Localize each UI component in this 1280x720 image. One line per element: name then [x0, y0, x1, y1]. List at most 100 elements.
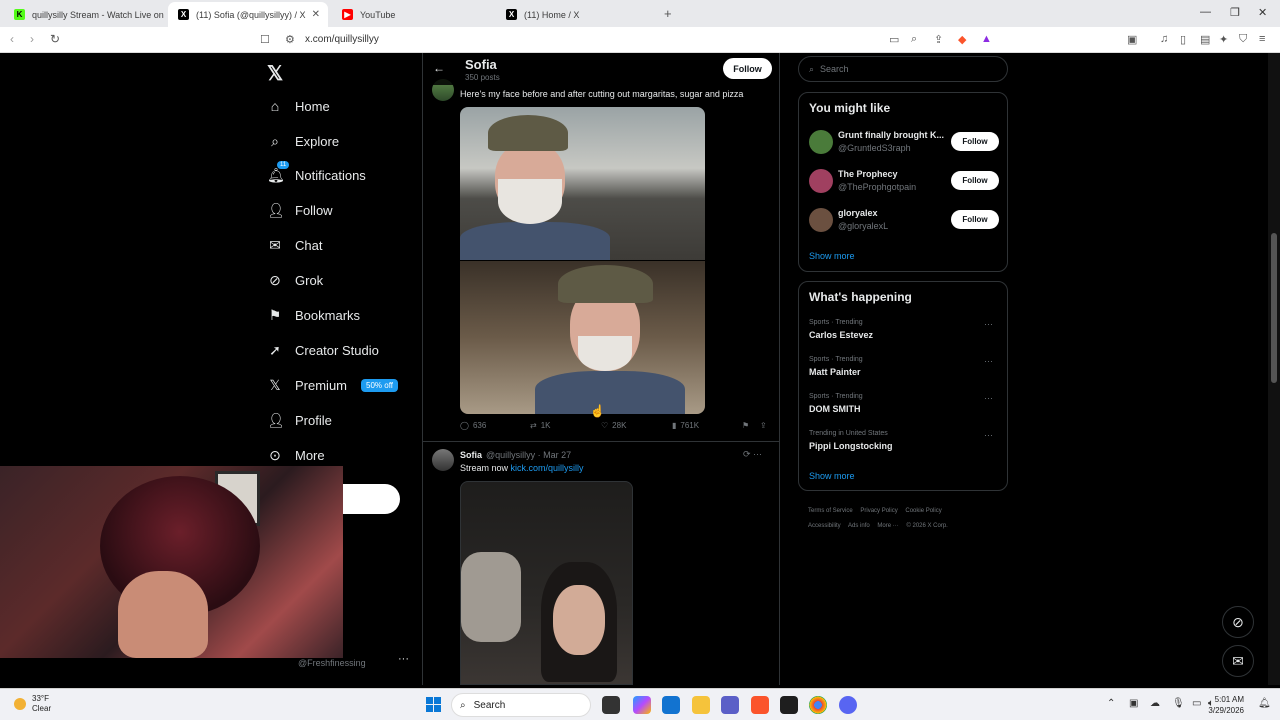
- tab-x-profile[interactable]: X (11) Sofia (@quillysillyy) / X ✕: [168, 2, 328, 27]
- nav-creator-studio[interactable]: ➚ Creator Studio: [267, 335, 379, 365]
- onedrive-icon[interactable]: ☁: [1150, 698, 1160, 709]
- panel-icon[interactable]: ▯: [1180, 33, 1186, 46]
- reply-action[interactable]: ◯ 636: [460, 421, 486, 430]
- tab-kick[interactable]: K quillysilly Stream - Watch Live on: [4, 2, 166, 27]
- microphone-icon[interactable]: 🎙︎: [1172, 698, 1185, 709]
- tab-x-home[interactable]: X (11) Home / X: [496, 2, 660, 27]
- chevron-up-icon[interactable]: ⌃: [1107, 698, 1115, 709]
- screen-icon[interactable]: ▭: [889, 33, 899, 46]
- music-icon[interactable]: ♫: [1160, 33, 1168, 45]
- post-link[interactable]: kick.com/quillysilly: [511, 463, 584, 473]
- x-logo-icon[interactable]: 𝕏: [267, 61, 283, 86]
- footer-link[interactable]: More ···: [877, 523, 898, 529]
- trend-more-icon[interactable]: ···: [984, 319, 993, 329]
- vpn-icon[interactable]: ⛉: [1239, 33, 1247, 46]
- avatar[interactable]: [432, 449, 454, 471]
- nav-follow[interactable]: 👤︎ Follow: [267, 195, 333, 225]
- footer-link[interactable]: Privacy Policy: [860, 508, 897, 514]
- chat-fab-icon[interactable]: ✉: [1222, 645, 1254, 677]
- task-view-icon[interactable]: [602, 696, 620, 714]
- teams-icon[interactable]: [721, 696, 739, 714]
- restore-icon[interactable]: ❐: [1230, 6, 1240, 19]
- follow-button[interactable]: Follow: [951, 171, 999, 190]
- brave-shield-icon[interactable]: ◆: [958, 33, 966, 46]
- back-icon[interactable]: ‹: [10, 32, 14, 46]
- nav-explore[interactable]: ⌕ Explore: [267, 126, 339, 156]
- tab-youtube[interactable]: ▶ YouTube: [332, 2, 496, 27]
- nav-premium[interactable]: 𝕏 Premium 50% off: [267, 370, 398, 400]
- back-arrow-icon[interactable]: ←: [433, 61, 445, 75]
- grok-fab-icon[interactable]: ⊘: [1222, 606, 1254, 638]
- copilot-icon[interactable]: [633, 696, 651, 714]
- chrome-icon[interactable]: [809, 696, 827, 714]
- url-field[interactable]: x.com/quillysillyy: [305, 34, 379, 45]
- post-author-handle[interactable]: @quillysillyy · Mar 27: [486, 450, 571, 460]
- file-explorer-icon[interactable]: [692, 696, 710, 714]
- windows-start-icon[interactable]: [426, 697, 441, 712]
- tray-app-icon[interactable]: ▣: [1129, 698, 1138, 709]
- trend-more-icon[interactable]: ···: [984, 356, 993, 366]
- post-author-name[interactable]: Sofia: [460, 450, 482, 460]
- scrollbar-thumb[interactable]: [1271, 233, 1277, 383]
- close-icon[interactable]: ✕: [312, 9, 320, 20]
- taskbar-search[interactable]: ⌕ Search: [451, 693, 591, 717]
- brave-icon[interactable]: [751, 696, 769, 714]
- forward-icon[interactable]: ›: [30, 32, 34, 46]
- bookmark-icon[interactable]: ⚑: [742, 421, 749, 430]
- notification-center-icon[interactable]: 🔔︎: [1258, 698, 1271, 709]
- sidebar-icon[interactable]: ▣: [1127, 33, 1137, 46]
- nav-notifications[interactable]: 🔔︎ 11 Notifications: [267, 160, 366, 190]
- search-input[interactable]: ⌕ Search: [798, 56, 1008, 82]
- footer-link[interactable]: Accessibility: [808, 523, 841, 529]
- nav-home[interactable]: ⌂ Home: [267, 91, 330, 121]
- nav-chat[interactable]: ✉ Chat: [267, 230, 322, 260]
- new-tab-icon[interactable]: +: [664, 6, 672, 21]
- wallet-icon[interactable]: ▤: [1200, 33, 1210, 46]
- account-handle[interactable]: @Freshfinessing: [298, 658, 366, 668]
- trend-item[interactable]: Sports · Trending Matt Painter ···: [809, 356, 1001, 382]
- nav-grok[interactable]: ⊘ Grok: [267, 265, 323, 295]
- footer-link[interactable]: Ads info: [848, 523, 870, 529]
- app-icon[interactable]: [780, 696, 798, 714]
- nav-bookmarks[interactable]: ⚑ Bookmarks: [267, 300, 360, 330]
- minimize-icon[interactable]: —: [1200, 6, 1211, 18]
- rewards-icon[interactable]: ▲: [981, 33, 992, 45]
- share-icon[interactable]: ⇪: [934, 33, 943, 46]
- menu-icon[interactable]: ≡: [1259, 33, 1265, 45]
- views-action[interactable]: ▮ 761K: [672, 421, 699, 430]
- footer-link[interactable]: Cookie Policy: [905, 508, 941, 514]
- like-action[interactable]: ♡ 28K: [601, 421, 626, 430]
- suggestion-item[interactable]: The Prophecy @TheProphgotpain Follow: [809, 168, 1001, 194]
- bookmark-page-icon[interactable]: ☐: [260, 33, 270, 46]
- trend-item[interactable]: Trending in United States Pippi Longstoc…: [809, 430, 1001, 456]
- show-more-link[interactable]: Show more: [809, 471, 855, 481]
- window-close-icon[interactable]: ✕: [1258, 6, 1267, 19]
- post-image-before[interactable]: [460, 107, 705, 260]
- post-more-icon[interactable]: ⟳ ···: [743, 449, 762, 460]
- suggestion-item[interactable]: Grunt finally brought K... @GruntledS3ra…: [809, 129, 1001, 155]
- post-button[interactable]: [343, 484, 400, 514]
- clock[interactable]: 5:01 AM 3/29/2026: [1200, 694, 1244, 716]
- post-image-stream[interactable]: [460, 481, 633, 685]
- post-image-after[interactable]: [460, 261, 705, 414]
- account-more-icon[interactable]: ···: [398, 653, 409, 665]
- reload-icon[interactable]: ↻: [50, 32, 60, 46]
- follow-button[interactable]: Follow: [951, 132, 999, 151]
- suggestion-item[interactable]: gloryalex @gloryalexL Follow: [809, 207, 1001, 233]
- discord-icon[interactable]: [839, 696, 857, 714]
- share-icon[interactable]: ⇪: [760, 421, 767, 430]
- trend-more-icon[interactable]: ···: [984, 393, 993, 403]
- follow-button[interactable]: Follow: [951, 210, 999, 229]
- weather-widget[interactable]: 33°F Clear: [14, 694, 51, 714]
- trend-item[interactable]: Sports · Trending Carlos Estevez ···: [809, 319, 1001, 345]
- repost-action[interactable]: ⇄ 1K: [530, 421, 551, 430]
- trend-item[interactable]: Sports · Trending DOM SMITH ···: [809, 393, 1001, 419]
- nav-profile[interactable]: 👤︎ Profile: [267, 405, 332, 435]
- leo-icon[interactable]: ✦: [1219, 33, 1228, 46]
- follow-button[interactable]: Follow: [723, 58, 772, 79]
- zoom-icon[interactable]: ⌕: [911, 33, 917, 46]
- footer-link[interactable]: Terms of Service: [808, 508, 853, 514]
- store-icon[interactable]: [662, 696, 680, 714]
- site-settings-icon[interactable]: ⚙: [285, 33, 295, 46]
- scrollbar[interactable]: [1268, 53, 1280, 685]
